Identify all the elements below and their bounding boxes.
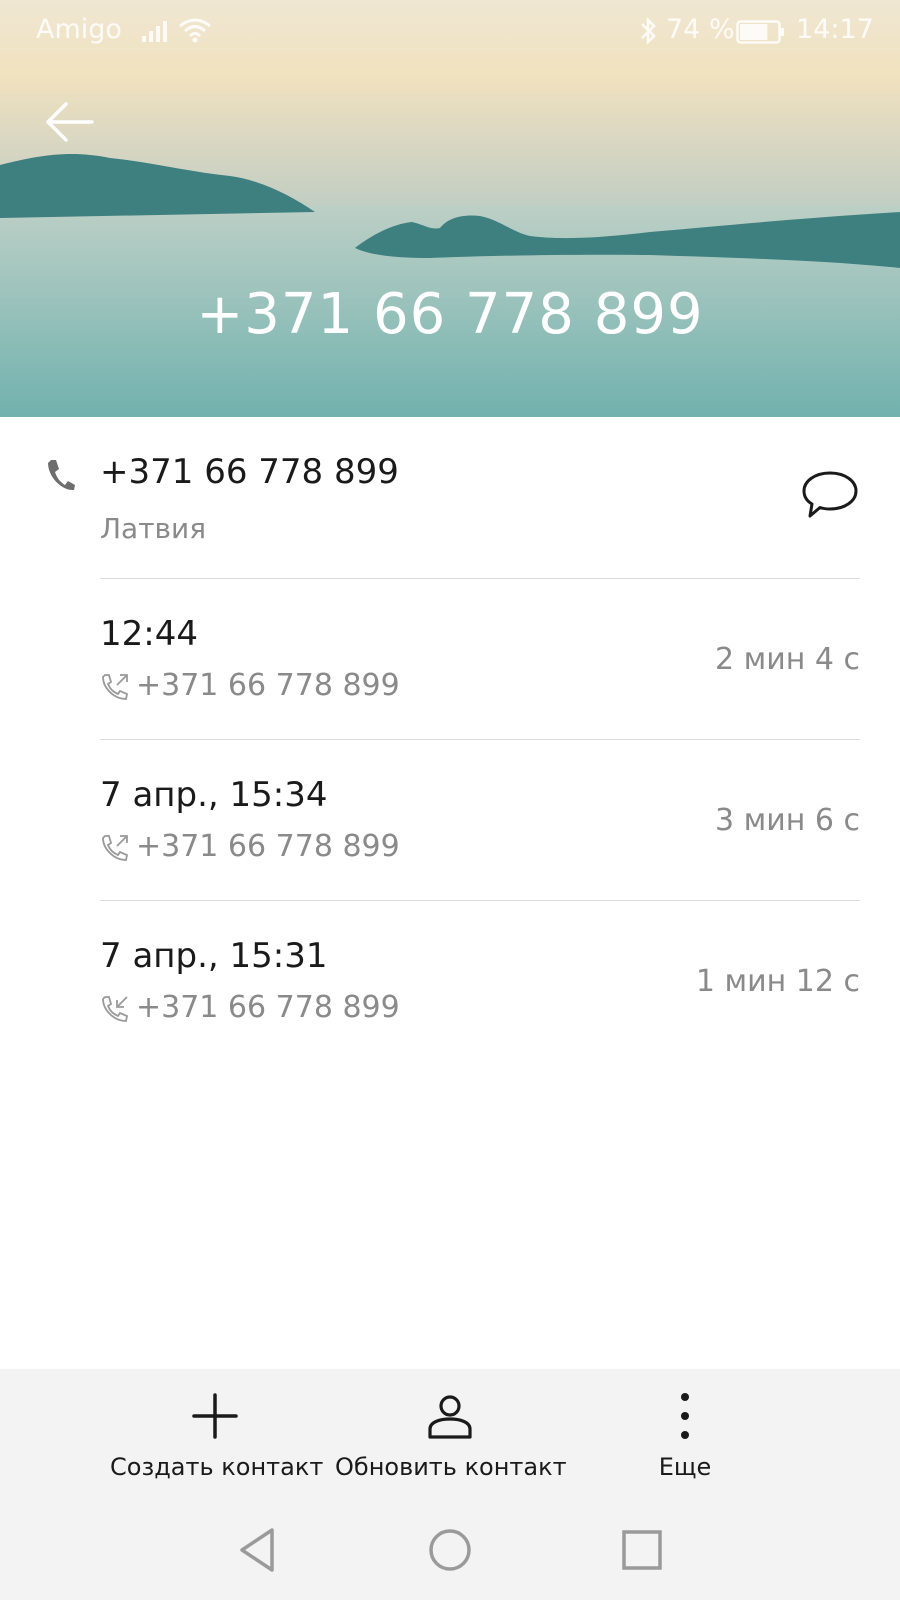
incoming-call-icon xyxy=(102,996,129,1022)
call-time: 12:44 xyxy=(100,614,198,654)
more-button[interactable]: Еще xyxy=(620,1369,750,1500)
header-phone-number: +371 66 778 899 xyxy=(196,282,704,347)
create-contact-label: Создать контакт xyxy=(110,1453,324,1481)
call-duration: 1 мин 12 с xyxy=(695,964,860,999)
wifi-icon xyxy=(179,18,211,43)
home-circle-icon[interactable] xyxy=(422,1522,478,1578)
bluetooth-icon xyxy=(641,16,656,46)
battery-icon xyxy=(736,20,784,44)
call-duration: 2 мин 4 с xyxy=(714,642,860,677)
call-duration: 3 мин 6 с xyxy=(714,803,860,838)
phone-number-row[interactable]: +371 66 778 899 Латвия xyxy=(0,417,900,577)
outgoing-call-icon xyxy=(102,835,129,861)
call-time: 7 апр., 15:31 xyxy=(100,936,328,976)
call-time: 7 апр., 15:34 xyxy=(100,775,328,815)
action-bar: Создать контакт Обновить контакт Еще xyxy=(0,1369,900,1500)
signal-icon xyxy=(142,21,167,42)
contact-country: Латвия xyxy=(100,512,207,545)
landscape-background xyxy=(0,154,900,417)
update-contact-button[interactable]: Обновить контакт xyxy=(335,1369,567,1500)
more-label: Еще xyxy=(658,1453,712,1481)
send-message-button[interactable] xyxy=(800,467,860,523)
call-number: +371 66 778 899 xyxy=(136,990,400,1025)
message-icon xyxy=(802,471,858,518)
call-number: +371 66 778 899 xyxy=(136,668,400,703)
phone-icon xyxy=(48,460,75,491)
battery-percent: 74 % xyxy=(666,14,735,45)
person-icon xyxy=(428,1395,472,1439)
back-button[interactable] xyxy=(40,92,100,152)
carrier-name: Amigo xyxy=(36,14,122,45)
call-number: +371 66 778 899 xyxy=(136,829,400,864)
recents-square-icon[interactable] xyxy=(614,1522,670,1578)
contact-number: +371 66 778 899 xyxy=(100,452,399,492)
contact-header: Amigo 74 % 14:17 +371 66 778 899 xyxy=(0,0,900,417)
create-contact-button[interactable]: Создать контакт xyxy=(110,1369,324,1500)
call-log-item[interactable]: 12:44 +371 66 778 899 2 мин 4 с xyxy=(0,578,900,738)
status-bar: Amigo 74 % 14:17 xyxy=(0,0,900,62)
call-log-item[interactable]: 7 апр., 15:34 +371 66 778 899 3 мин 6 с xyxy=(0,739,900,899)
plus-icon xyxy=(192,1393,238,1439)
navigation-bar xyxy=(0,1500,900,1600)
update-contact-label: Обновить контакт xyxy=(335,1453,567,1481)
clock: 14:17 xyxy=(796,14,874,45)
back-triangle-icon[interactable] xyxy=(230,1522,286,1578)
arrow-left-icon xyxy=(46,102,94,142)
call-log-item[interactable]: 7 апр., 15:31 +371 66 778 899 1 мин 12 с xyxy=(0,900,900,1060)
more-vertical-icon xyxy=(681,1393,689,1439)
outgoing-call-icon xyxy=(102,674,129,700)
